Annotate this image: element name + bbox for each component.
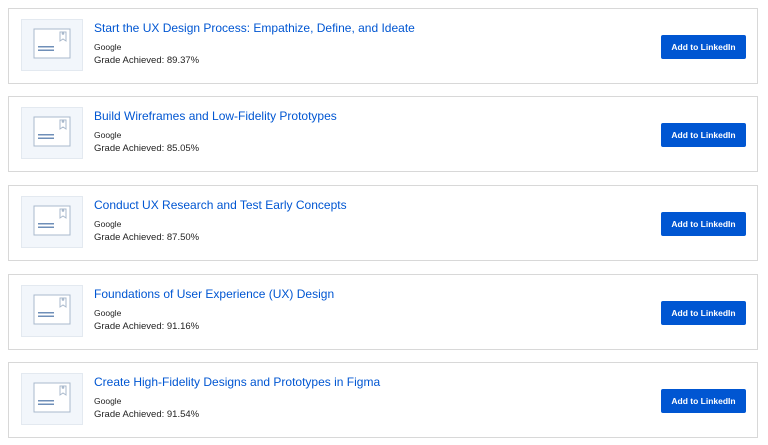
certificate-partner: Google <box>94 308 122 318</box>
certificate-info: Create High-Fidelity Designs and Prototy… <box>94 375 380 421</box>
add-to-linkedin-button[interactable]: Add to LinkedIn <box>661 123 746 147</box>
certificate-grade: Grade Achieved: 85.05% <box>94 143 200 154</box>
certificate-info: Build Wireframes and Low-Fidelity Protot… <box>94 109 337 155</box>
certificate-title-link[interactable]: Create High-Fidelity Designs and Prototy… <box>94 375 380 390</box>
certificate-thumbnail[interactable] <box>21 196 83 248</box>
certificate-icon <box>33 28 71 59</box>
certificate-title-link[interactable]: Start the UX Design Process: Empathize, … <box>94 21 415 36</box>
certificate-partner: Google <box>94 42 122 52</box>
certificate-icon <box>33 382 71 413</box>
add-to-linkedin-button[interactable]: Add to LinkedIn <box>661 212 746 236</box>
certificate-partner: Google <box>94 219 122 229</box>
certificate-title-link[interactable]: Conduct UX Research and Test Early Conce… <box>94 198 347 213</box>
certificate-grade: Grade Achieved: 87.50% <box>94 232 200 243</box>
certificate-card: Build Wireframes and Low-Fidelity Protot… <box>8 96 758 172</box>
certificate-info: Foundations of User Experience (UX) Desi… <box>94 287 334 333</box>
certificate-grade: Grade Achieved: 91.16% <box>94 321 200 332</box>
add-to-linkedin-button[interactable]: Add to LinkedIn <box>661 35 746 59</box>
certificate-info: Conduct UX Research and Test Early Conce… <box>94 198 347 244</box>
certificate-info: Start the UX Design Process: Empathize, … <box>94 21 415 67</box>
certificate-card: Foundations of User Experience (UX) Desi… <box>8 274 758 350</box>
certificate-partner: Google <box>94 130 122 140</box>
certificate-card: Create High-Fidelity Designs and Prototy… <box>8 362 758 438</box>
certificate-icon <box>33 294 71 325</box>
add-to-linkedin-button[interactable]: Add to LinkedIn <box>661 389 746 413</box>
certificate-title-link[interactable]: Build Wireframes and Low-Fidelity Protot… <box>94 109 337 124</box>
certificate-thumbnail[interactable] <box>21 19 83 71</box>
certificate-card: Conduct UX Research and Test Early Conce… <box>8 185 758 261</box>
certificate-thumbnail[interactable] <box>21 373 83 425</box>
certificate-grade: Grade Achieved: 91.54% <box>94 409 200 420</box>
certificate-icon <box>33 205 71 236</box>
certificate-grade: Grade Achieved: 89.37% <box>94 55 200 66</box>
add-to-linkedin-button[interactable]: Add to LinkedIn <box>661 301 746 325</box>
certificate-list: Start the UX Design Process: Empathize, … <box>0 0 768 445</box>
certificate-card: Start the UX Design Process: Empathize, … <box>8 8 758 84</box>
certificate-partner: Google <box>94 396 122 406</box>
certificate-thumbnail[interactable] <box>21 107 83 159</box>
certificate-thumbnail[interactable] <box>21 285 83 337</box>
certificate-icon <box>33 116 71 147</box>
certificate-title-link[interactable]: Foundations of User Experience (UX) Desi… <box>94 287 334 302</box>
